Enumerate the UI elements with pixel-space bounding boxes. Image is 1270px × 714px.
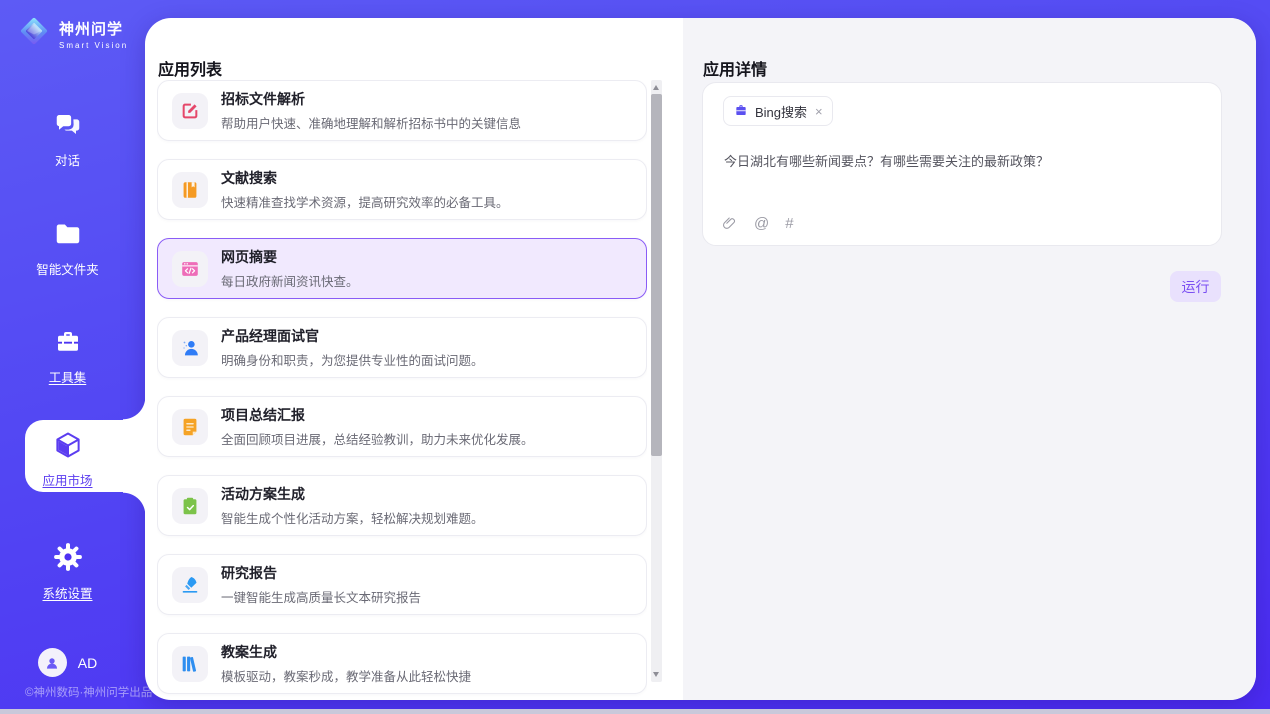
app-card-research-report[interactable]: 研究报告 一键智能生成高质量长文本研究报告 [157, 554, 647, 615]
books-icon [172, 646, 208, 682]
user-account[interactable]: AD [0, 648, 135, 677]
sidebar-item-label: 应用市场 [0, 470, 135, 489]
at-mention-icon[interactable]: @ [754, 216, 769, 231]
app-card-project-summary[interactable]: 项目总结汇报 全面回顾项目进展，总结经验教训，助力未来优化发展。 [157, 396, 647, 457]
copyright-text: ©神州数码·神州问学出品 [25, 684, 152, 700]
clipboard-check-icon [172, 488, 208, 524]
app-card-desc: 模板驱动，教案秒成，教学准备从此轻松快捷 [221, 666, 471, 685]
scroll-down-icon[interactable] [653, 672, 659, 677]
app-card-pm-interviewer[interactable]: 产品经理面试官 明确身份和职责，为您提供专业性的面试问题。 [157, 317, 647, 378]
folder-icon [53, 219, 83, 254]
bubble-fillet-bottom [123, 492, 146, 515]
diamond-logo-icon [16, 13, 52, 54]
chat-icon [53, 110, 83, 145]
user-initials: AD [78, 655, 97, 671]
sidebar-item-label: 对话 [0, 150, 135, 169]
brand-subtitle: Smart Vision [59, 41, 128, 50]
app-card-desc: 智能生成个性化活动方案，轻松解决规划难题。 [221, 508, 484, 527]
app-list: 招标文件解析 帮助用户快速、准确地理解和解析招标书中的关键信息 文献搜索 快速精… [157, 80, 647, 700]
paperclip-icon[interactable] [721, 215, 738, 232]
composer-toolbar: @ # [721, 215, 794, 232]
sidebar-item-app-market[interactable]: 应用市场 [0, 430, 135, 489]
edit-square-icon [172, 93, 208, 129]
hash-icon[interactable]: # [785, 216, 793, 231]
sidebar-item-chat[interactable]: 对话 [0, 110, 135, 169]
app-card-web-summary[interactable]: 网页摘要 每日政府新闻资讯快查。 [157, 238, 647, 299]
sidebar-item-settings[interactable]: 系统设置 [0, 541, 135, 602]
gear-icon [52, 541, 84, 578]
book-icon [172, 172, 208, 208]
app-card-event-plan[interactable]: 活动方案生成 智能生成个性化活动方案，轻松解决规划难题。 [157, 475, 647, 536]
sidebar-item-toolset[interactable]: 工具集 [0, 327, 135, 386]
app-card-desc: 每日政府新闻资讯快查。 [221, 271, 359, 290]
app-card-title: 产品经理面试官 [221, 328, 319, 344]
app-card-desc: 一键智能生成高质量长文本研究报告 [221, 587, 421, 606]
interviewer-icon [172, 330, 208, 366]
sidebar-item-smart-folder[interactable]: 智能文件夹 [0, 219, 135, 278]
app-card-literature-search[interactable]: 文献搜索 快速精准查找学术资源，提高研究效率的必备工具。 [157, 159, 647, 220]
report-icon [172, 567, 208, 603]
sidebar: 神州问学 Smart Vision 对话 智能文件夹 [0, 0, 145, 714]
app-list-title: 应用列表 [158, 56, 222, 80]
app-card-desc: 全面回顾项目进展，总结经验教训，助力未来优化发展。 [221, 429, 534, 448]
bubble-fillet-top [123, 397, 146, 420]
sidebar-item-label: 智能文件夹 [0, 259, 135, 278]
app-card-title: 研究报告 [221, 565, 277, 581]
brand-logo: 神州问学 Smart Vision [16, 13, 128, 54]
bottom-edge-strip [0, 709, 1270, 714]
memo-icon [172, 409, 208, 445]
app-detail-card: Bing搜索 × 今日湖北有哪些新闻要点？有哪些需要关注的最新政策？ @ # [702, 82, 1222, 246]
app-card-title: 活动方案生成 [221, 486, 305, 502]
scrollbar-thumb[interactable] [651, 94, 662, 456]
app-card-lesson-plan[interactable]: 教案生成 模板驱动，教案秒成，教学准备从此轻松快捷 [157, 633, 647, 694]
sidebar-item-label: 工具集 [0, 367, 135, 386]
app-card-title: 项目总结汇报 [221, 407, 305, 423]
app-card-desc: 帮助用户快速、准确地理解和解析招标书中的关键信息 [221, 113, 521, 132]
app-detail-title: 应用详情 [703, 56, 767, 80]
brand-name: 神州问学 [59, 21, 123, 38]
avatar [38, 648, 67, 677]
browser-code-icon [172, 251, 208, 287]
list-scrollbar[interactable] [651, 80, 662, 682]
cube-icon [53, 430, 83, 465]
query-text[interactable]: 今日湖北有哪些新闻要点？有哪些需要关注的最新政策？ [724, 151, 1201, 170]
toolbox-icon [53, 327, 83, 362]
app-card-title: 招标文件解析 [221, 91, 305, 107]
app-card-desc: 快速精准查找学术资源，提高研究效率的必备工具。 [221, 192, 509, 211]
app-detail-panel: 应用详情 Bing搜索 × 今日湖北有哪些新闻要点？有哪些需要关注的最新政策？ [683, 18, 1256, 700]
app-card-title: 网页摘要 [221, 249, 277, 265]
app-card-title: 文献搜索 [221, 170, 277, 186]
sidebar-item-label: 系统设置 [0, 583, 135, 602]
tag-close-icon[interactable]: × [815, 104, 823, 119]
tool-tag-bing-search[interactable]: Bing搜索 × [723, 96, 833, 126]
app-card-bid-document-parse[interactable]: 招标文件解析 帮助用户快速、准确地理解和解析招标书中的关键信息 [157, 80, 647, 141]
app-card-desc: 明确身份和职责，为您提供专业性的面试问题。 [221, 350, 484, 369]
scroll-up-icon[interactable] [653, 85, 659, 90]
app-card-title: 教案生成 [221, 644, 277, 660]
briefcase-icon [733, 103, 749, 119]
run-button[interactable]: 运行 [1170, 271, 1221, 302]
main-surface: 应用列表 招标文件解析 帮助用户快速、准确地理解和解析招标书中的关键信息 [145, 18, 1256, 700]
tool-tag-label: Bing搜索 [755, 102, 807, 121]
